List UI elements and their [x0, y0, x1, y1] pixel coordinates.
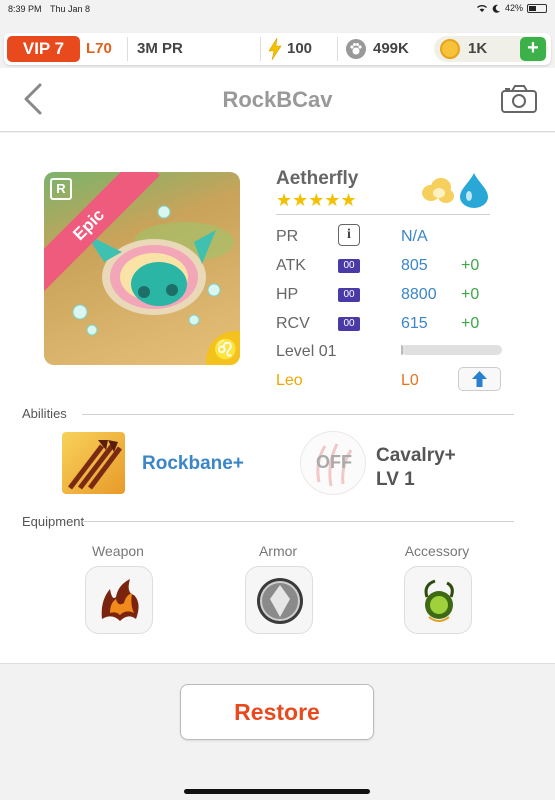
- status-date: Thu Jan 8: [50, 4, 91, 14]
- stat-value-atk: 805: [401, 257, 428, 274]
- monster-detail-panel: Epic R ♌ Aetherfly ★★★★★ PR i N/A ATK 00…: [0, 133, 555, 663]
- arrow-up-icon: [472, 371, 487, 387]
- divider: [260, 37, 261, 61]
- armor-label: Armor: [258, 543, 298, 559]
- restore-button[interactable]: Restore: [180, 684, 374, 740]
- green-orb-icon: [424, 579, 454, 622]
- monster-name: Aetherfly: [276, 168, 359, 189]
- resource-bar: VIP 7 L70 3M PR 100 499K 1K +: [4, 33, 551, 65]
- weapon-slot[interactable]: [85, 566, 153, 634]
- monster-portrait: Epic R ♌: [44, 172, 240, 365]
- add-gold-button[interactable]: +: [520, 37, 546, 61]
- water-element-icon: [460, 173, 488, 208]
- star-rating: ★★★★★: [276, 190, 357, 210]
- rockbane-ability-icon[interactable]: [62, 432, 125, 494]
- navigation-bar: RockBCav: [0, 68, 555, 132]
- cavalry-ability-name: Cavalry+ LV 1: [376, 444, 456, 492]
- energy-count: 100: [287, 40, 313, 57]
- monster-art: [72, 205, 234, 336]
- coin-icon: [440, 39, 460, 59]
- armor-slot[interactable]: [245, 566, 313, 634]
- player-power: 3M PR: [137, 40, 183, 57]
- accessory-label: Accessory: [404, 543, 470, 559]
- battery-icon: [527, 3, 547, 13]
- camera-icon[interactable]: [500, 84, 538, 114]
- info-button[interactable]: i: [338, 224, 360, 246]
- shield-icon: [257, 578, 303, 624]
- zodiac-label: Leo: [276, 372, 303, 389]
- rank-badge: R: [50, 178, 72, 200]
- battery-percent: 42%: [504, 3, 523, 13]
- stat-value-rcv: 615: [401, 315, 428, 332]
- stat-label-atk: ATK: [276, 257, 306, 274]
- divider: [82, 414, 514, 415]
- lightning-icon: [268, 38, 282, 60]
- divider: [82, 521, 514, 522]
- stat-value-hp: 8800: [401, 286, 437, 303]
- vip-badge[interactable]: VIP 7: [7, 36, 80, 62]
- stat-bonus-atk: +0: [461, 257, 480, 274]
- wind-element-icon: [422, 178, 454, 203]
- cavalry-ability-title: Cavalry+: [376, 445, 456, 466]
- paw-icon: [346, 39, 366, 59]
- page-title: RockBCav: [222, 87, 333, 112]
- xp-progress-bar: [401, 345, 502, 355]
- stat-badge-atk: 00: [338, 259, 360, 273]
- cavalry-toggle-off[interactable]: OFF: [300, 431, 366, 495]
- weapon-label: Weapon: [92, 543, 144, 559]
- stat-badge-hp: 00: [338, 288, 360, 302]
- status-time: 8:39 PM: [8, 4, 42, 14]
- moon-icon: [492, 4, 500, 13]
- divider: [127, 37, 128, 61]
- divider: [276, 214, 490, 215]
- xp-progress-fill: [401, 345, 404, 355]
- status-bar: 8:39 PM Thu Jan 8 42%: [0, 0, 555, 18]
- cavalry-ability-level: LV 1: [376, 469, 415, 490]
- stat-bonus-hp: +0: [461, 286, 480, 303]
- status-right: 42%: [476, 3, 547, 13]
- stat-value-pr: N/A: [401, 228, 428, 245]
- divider: [337, 37, 338, 61]
- level-label: Level 01: [276, 343, 337, 360]
- off-label: OFF: [316, 452, 352, 472]
- flame-claw-icon: [101, 579, 139, 621]
- abilities-heading: Abilities: [22, 406, 67, 421]
- wifi-icon: [477, 4, 487, 12]
- accessory-slot[interactable]: [404, 566, 472, 634]
- stat-label-pr: PR: [276, 228, 299, 245]
- stat-bonus-rcv: +0: [461, 315, 480, 332]
- zodiac-level: L0: [401, 372, 419, 389]
- home-indicator: [184, 789, 370, 794]
- upgrade-button[interactable]: [458, 367, 501, 391]
- gold-count: 1K: [468, 40, 488, 57]
- stat-label-rcv: RCV: [276, 315, 310, 332]
- ability-name[interactable]: Rockbane+: [142, 453, 244, 475]
- stat-badge-rcv: 00: [338, 317, 360, 331]
- bottom-action-area: Restore: [0, 663, 555, 800]
- player-level: L70: [86, 40, 112, 57]
- equipment-heading: Equipment: [22, 514, 85, 529]
- stat-label-hp: HP: [276, 286, 299, 303]
- food-count: 499K: [373, 40, 409, 57]
- gold-pill: 1K +: [434, 36, 548, 62]
